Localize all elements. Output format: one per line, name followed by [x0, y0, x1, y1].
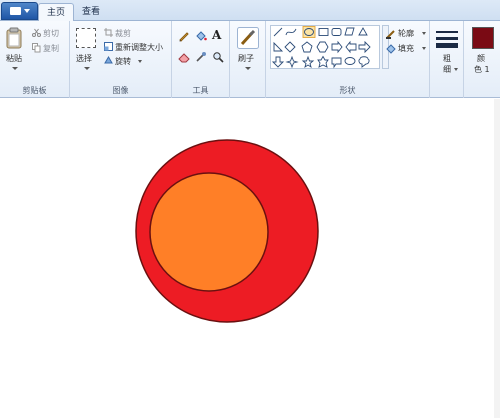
size-label-2: 细: [443, 65, 451, 74]
chevron-down-icon[interactable]: [422, 32, 426, 35]
eraser-icon[interactable]: [178, 51, 190, 66]
chevron-down-icon[interactable]: [84, 67, 90, 70]
outline-button[interactable]: 轮廓: [398, 28, 414, 39]
cut-button[interactable]: 剪切: [43, 28, 59, 39]
inner-orange-circle: [149, 172, 269, 292]
outline-icon: [386, 29, 396, 42]
resize-button[interactable]: 重新调整大小: [115, 42, 163, 53]
shapes-group: 轮廓 填充 形状: [266, 21, 430, 98]
vertical-scrollbar[interactable]: [494, 99, 500, 418]
chevron-down-icon[interactable]: [245, 67, 251, 70]
chevron-down-icon[interactable]: [422, 47, 426, 50]
image-group: 选择 裁剪 重新调整大小 旋转 图像: [70, 21, 172, 98]
resize-icon: [104, 42, 113, 54]
shape-gallery[interactable]: [270, 25, 380, 72]
clipboard-group-label: 剪贴板: [22, 86, 47, 95]
shapes-group-label: 形状: [339, 86, 356, 95]
tools-group: A 工具: [172, 21, 230, 98]
drawing-canvas[interactable]: [0, 99, 500, 418]
ribbon-tab-bar: 主页 查看: [0, 0, 500, 22]
clipboard-icon: [6, 27, 22, 49]
brush-icon[interactable]: [237, 27, 259, 52]
select-button[interactable]: 选择: [76, 53, 92, 64]
tools-group-label: 工具: [192, 86, 209, 95]
canvas-drawing: [135, 139, 319, 323]
chevron-down-icon: [23, 9, 30, 13]
chevron-down-icon[interactable]: [454, 68, 458, 71]
fill-icon: [386, 44, 396, 57]
crop-button[interactable]: 裁剪: [115, 28, 131, 39]
text-tool-icon[interactable]: A: [212, 28, 221, 42]
crop-icon: [104, 28, 113, 40]
size-label-1: 粗: [443, 54, 451, 63]
line-width-icon[interactable]: [436, 28, 458, 53]
brushes-group: 刷子: [230, 21, 266, 98]
color1-label-1: 颜: [477, 54, 485, 63]
file-menu-button[interactable]: [1, 2, 38, 20]
color1-group: 颜 色 1: [464, 21, 500, 98]
color1-label-2: 色 1: [474, 65, 490, 74]
copy-icon: [32, 43, 41, 56]
clipboard-group: 粘贴 剪切 复制 剪贴板: [0, 21, 70, 98]
magnifier-icon[interactable]: [212, 51, 224, 66]
fill-button[interactable]: 填充: [398, 43, 414, 54]
image-group-label: 图像: [112, 86, 129, 95]
fill-bucket-icon[interactable]: [195, 30, 207, 45]
brushes-button[interactable]: 刷子: [238, 53, 254, 64]
color1-swatch[interactable]: [472, 27, 494, 49]
tab-view[interactable]: 查看: [74, 3, 108, 22]
copy-button[interactable]: 复制: [43, 43, 59, 54]
paint-window: 主页 查看 粘贴 剪切 复制 剪贴板 选择 裁剪 重新调整大小 旋转 图像 A …: [0, 0, 500, 418]
color-picker-icon[interactable]: [195, 51, 207, 66]
document-icon: [9, 7, 21, 15]
ribbon: 粘贴 剪切 复制 剪贴板 选择 裁剪 重新调整大小 旋转 图像 A 工具 刷子 …: [0, 21, 500, 98]
tab-home[interactable]: 主页: [38, 3, 75, 22]
pencil-icon[interactable]: [178, 30, 190, 45]
select-icon[interactable]: [76, 28, 96, 48]
scissors-icon: [32, 28, 41, 40]
paste-label: 粘贴: [6, 54, 22, 63]
chevron-down-icon[interactable]: [12, 67, 18, 70]
paste-button[interactable]: [6, 27, 22, 52]
size-group: 粗 细: [430, 21, 464, 98]
chevron-down-icon[interactable]: [138, 60, 142, 63]
rotate-button[interactable]: 旋转: [115, 56, 131, 67]
rotate-icon: [104, 56, 113, 68]
